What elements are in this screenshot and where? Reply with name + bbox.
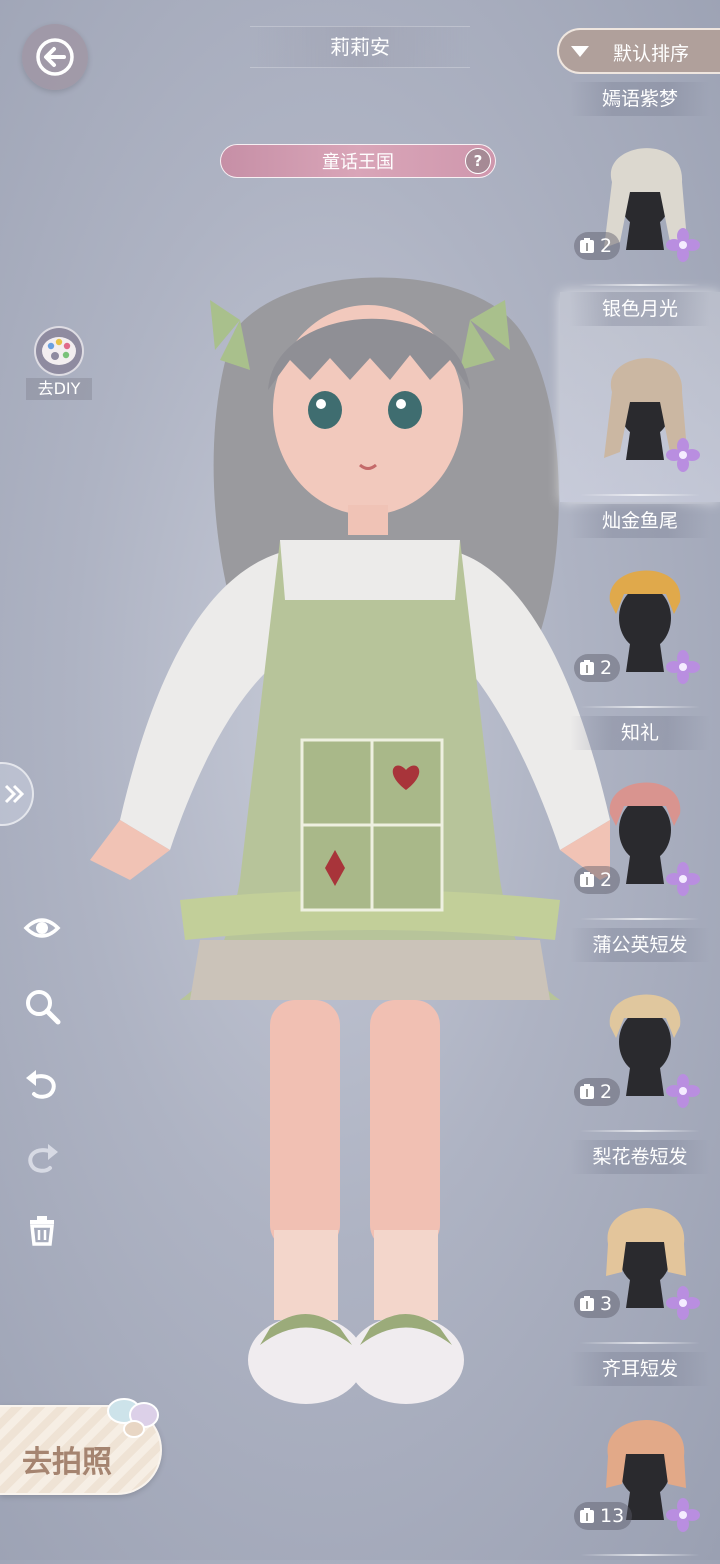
hair-item-label: 梨花卷短发 bbox=[570, 1140, 710, 1174]
owned-count-badge: 2 bbox=[574, 866, 621, 894]
closet-icon bbox=[580, 1296, 594, 1311]
owned-count-badge: 2 bbox=[574, 1078, 621, 1106]
item-divider bbox=[580, 284, 700, 286]
back-button[interactable] bbox=[22, 24, 88, 90]
butterfly-icon bbox=[107, 1398, 159, 1438]
hair-item[interactable]: 蒲公英短发 2 bbox=[570, 928, 710, 1140]
hair-item[interactable]: 银色月光 bbox=[560, 292, 720, 502]
character-avatar[interactable] bbox=[50, 240, 610, 1420]
redo-icon bbox=[28, 1144, 58, 1173]
sort-dropdown[interactable]: 默认排序 bbox=[557, 28, 720, 74]
zoom-icon bbox=[26, 990, 61, 1025]
owned-count-badge: 3 bbox=[574, 1290, 621, 1318]
flower-icon bbox=[666, 228, 700, 262]
item-divider bbox=[580, 1130, 700, 1132]
undo-icon bbox=[26, 1070, 56, 1099]
zoom-button[interactable] bbox=[22, 986, 62, 1026]
undo-button[interactable] bbox=[22, 1064, 62, 1104]
eye-icon bbox=[23, 918, 61, 938]
hair-item[interactable]: 知礼 2 bbox=[570, 716, 710, 928]
flower-icon bbox=[666, 1074, 700, 1108]
theme-label: 童话王国 bbox=[322, 152, 394, 173]
owned-count-badge: 13 bbox=[574, 1502, 633, 1530]
photo-label: 去拍照 bbox=[22, 1445, 112, 1480]
flower-icon bbox=[666, 1286, 700, 1320]
closet-icon bbox=[580, 872, 594, 887]
photo-button[interactable]: 去拍照 bbox=[0, 1398, 162, 1495]
closet-icon bbox=[580, 660, 594, 675]
owned-count: 2 bbox=[600, 235, 613, 257]
back-arrow-icon bbox=[36, 38, 74, 76]
help-icon[interactable]: ? bbox=[465, 148, 491, 174]
flower-icon bbox=[666, 438, 700, 472]
flower-icon bbox=[666, 862, 700, 896]
owned-count: 2 bbox=[600, 1081, 613, 1103]
expand-icon bbox=[4, 784, 25, 804]
item-divider bbox=[580, 918, 700, 920]
hair-item[interactable]: 嫣语紫梦 2 bbox=[570, 82, 710, 294]
hair-item-label: 齐耳短发 bbox=[570, 1352, 710, 1386]
owned-count: 2 bbox=[600, 657, 613, 679]
hair-item-label: 嫣语紫梦 bbox=[570, 82, 710, 116]
item-divider bbox=[580, 1554, 700, 1556]
owned-count-badge: 2 bbox=[574, 232, 621, 260]
hair-item-label: 灿金鱼尾 bbox=[570, 504, 710, 538]
closet-icon bbox=[580, 238, 594, 253]
hair-item[interactable]: 灿金鱼尾 2 bbox=[570, 504, 710, 716]
hair-item[interactable]: 齐耳短发 13 bbox=[570, 1352, 710, 1564]
theme-pill[interactable]: 童话王国 ? bbox=[220, 144, 496, 178]
toggle-visibility-button[interactable] bbox=[22, 908, 62, 948]
redo-button[interactable] bbox=[22, 1138, 62, 1178]
sort-label: 默认排序 bbox=[613, 43, 690, 65]
expand-panel-tab[interactable] bbox=[0, 762, 34, 826]
owned-count: 2 bbox=[600, 869, 613, 891]
hair-item[interactable]: 梨花卷短发 3 bbox=[570, 1140, 710, 1352]
owned-count: 3 bbox=[600, 1293, 613, 1315]
closet-icon bbox=[580, 1084, 594, 1099]
hair-item-label: 蒲公英短发 bbox=[570, 928, 710, 962]
hair-item-label: 知礼 bbox=[570, 716, 710, 750]
delete-button[interactable] bbox=[22, 1210, 62, 1250]
hair-item-label: 银色月光 bbox=[570, 292, 710, 326]
flower-icon bbox=[666, 650, 700, 684]
item-divider bbox=[580, 706, 700, 708]
flower-icon bbox=[666, 1498, 700, 1532]
sort-down-icon bbox=[571, 46, 589, 57]
item-divider bbox=[580, 1342, 700, 1344]
page-title: 莉莉安 bbox=[250, 26, 470, 68]
trash-icon bbox=[30, 1216, 54, 1246]
item-divider bbox=[580, 494, 700, 496]
closet-icon bbox=[580, 1508, 594, 1523]
owned-count-badge: 2 bbox=[574, 654, 621, 682]
owned-count: 13 bbox=[600, 1505, 625, 1527]
